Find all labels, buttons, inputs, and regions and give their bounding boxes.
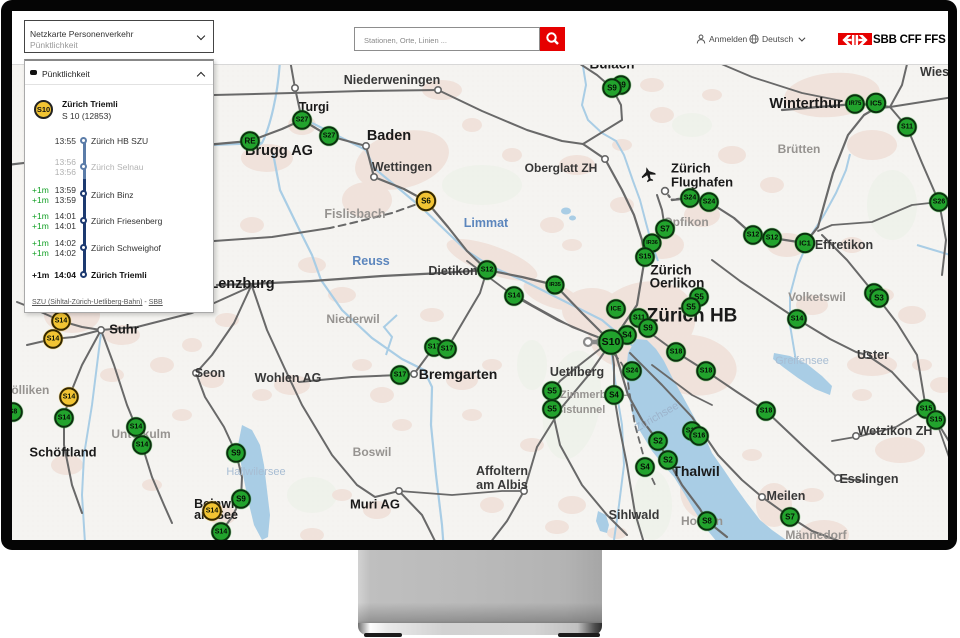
svg-text:S14: S14 (508, 293, 521, 300)
svg-text:Suhr: Suhr (109, 322, 139, 337)
svg-text:S7: S7 (785, 513, 795, 522)
svg-text:RE: RE (244, 137, 256, 146)
svg-text:S12: S12 (766, 235, 779, 242)
svg-text:S14: S14 (47, 336, 60, 343)
svg-text:am Albis: am Albis (476, 478, 528, 492)
svg-text:S7: S7 (660, 225, 670, 234)
svg-text:S24: S24 (626, 368, 639, 375)
svg-text:Lenzburg: Lenzburg (209, 276, 274, 292)
svg-text:Zürich: Zürich (671, 161, 711, 176)
svg-text:S14: S14 (791, 316, 804, 323)
svg-text:Wohlen AG: Wohlen AG (255, 371, 322, 385)
svg-text:Bülach: Bülach (589, 65, 634, 72)
svg-text:S9: S9 (236, 495, 246, 504)
svg-text:S9: S9 (231, 449, 241, 458)
svg-text:IR35: IR35 (549, 282, 561, 288)
svg-text:Dietikon: Dietikon (428, 264, 477, 278)
svg-text:S10: S10 (602, 336, 621, 348)
svg-text:S17: S17 (441, 346, 454, 353)
svg-text:S27: S27 (296, 117, 309, 124)
svg-text:Schöftland: Schöftland (29, 445, 96, 460)
svg-text:IC1: IC1 (799, 239, 811, 248)
svg-text:Greifensee: Greifensee (775, 355, 829, 367)
svg-text:Kölliken: Kölliken (12, 383, 49, 397)
svg-text:IR36: IR36 (646, 240, 658, 246)
svg-text:S4: S4 (609, 391, 619, 400)
svg-text:S15: S15 (639, 254, 652, 261)
svg-text:Hallwilersee: Hallwilersee (226, 466, 285, 478)
svg-text:Niederweningen: Niederweningen (344, 73, 441, 87)
svg-text:S24: S24 (703, 199, 716, 206)
svg-text:Fislisbach: Fislisbach (324, 207, 385, 221)
svg-text:Wies: Wies (920, 65, 948, 79)
svg-text:S14: S14 (130, 424, 143, 431)
svg-text:Seon: Seon (195, 366, 226, 380)
svg-text:S15: S15 (930, 417, 943, 424)
svg-text:S5: S5 (547, 405, 557, 414)
svg-text:Muri AG: Muri AG (350, 497, 400, 512)
svg-text:S27: S27 (323, 133, 336, 140)
svg-text:Bremgarten: Bremgarten (419, 366, 498, 382)
svg-text:Volketswil: Volketswil (788, 290, 846, 304)
svg-text:S12: S12 (481, 267, 494, 274)
svg-text:Limmat: Limmat (464, 216, 509, 230)
svg-text:S8: S8 (702, 517, 712, 526)
svg-text:S14: S14 (63, 394, 76, 401)
svg-text:S16: S16 (693, 433, 706, 440)
svg-text:S12: S12 (747, 232, 760, 239)
svg-text:S14: S14 (215, 529, 228, 536)
svg-text:S17: S17 (394, 372, 407, 379)
svg-text:Affoltern: Affoltern (476, 464, 528, 478)
svg-text:Niederwil: Niederwil (326, 312, 379, 326)
svg-text:S11: S11 (901, 124, 913, 131)
svg-text:Wetzikon ZH: Wetzikon ZH (858, 424, 933, 438)
svg-text:Oberglatt ZH: Oberglatt ZH (525, 161, 598, 175)
svg-text:IC5: IC5 (870, 99, 882, 108)
svg-text:Flughafen: Flughafen (671, 175, 733, 190)
svg-text:Männedorf: Männedorf (785, 528, 847, 540)
svg-text:Baden: Baden (367, 128, 411, 144)
svg-text:S5: S5 (686, 303, 696, 312)
svg-text:S18: S18 (760, 408, 773, 415)
svg-text:Winterthur: Winterthur (769, 96, 843, 112)
svg-text:S9: S9 (643, 324, 653, 333)
svg-text:S6: S6 (421, 197, 431, 206)
svg-text:Brütten: Brütten (778, 142, 821, 156)
svg-text:S14: S14 (58, 415, 71, 422)
svg-text:S18: S18 (670, 349, 683, 356)
svg-text:Uetliberg: Uetliberg (550, 365, 604, 379)
svg-text:S26: S26 (933, 199, 946, 206)
svg-text:Wettingen: Wettingen (372, 160, 432, 174)
svg-text:IR75: IR75 (849, 101, 862, 107)
svg-text:Uster: Uster (857, 348, 889, 362)
svg-text:Boswil: Boswil (353, 445, 392, 459)
svg-text:S14: S14 (55, 318, 68, 325)
svg-text:S4: S4 (640, 463, 650, 472)
svg-text:Sihlwald: Sihlwald (609, 508, 660, 522)
svg-text:ICE: ICE (611, 306, 623, 313)
svg-text:S14: S14 (206, 508, 219, 515)
svg-text:S24: S24 (684, 195, 697, 202)
svg-text:Effretikon: Effretikon (815, 238, 873, 252)
svg-text:Meilen: Meilen (767, 489, 806, 503)
svg-text:S8: S8 (12, 409, 17, 416)
svg-text:Reuss: Reuss (352, 254, 390, 268)
svg-text:Thalwil: Thalwil (672, 463, 719, 479)
svg-text:S5: S5 (547, 387, 557, 396)
svg-text:S9: S9 (607, 84, 617, 93)
svg-text:S18: S18 (700, 368, 713, 375)
svg-text:S2: S2 (663, 456, 673, 465)
svg-text:S14: S14 (136, 442, 149, 449)
svg-text:Esslingen: Esslingen (839, 472, 898, 486)
svg-text:S3: S3 (874, 294, 884, 303)
svg-text:S2: S2 (653, 437, 663, 446)
